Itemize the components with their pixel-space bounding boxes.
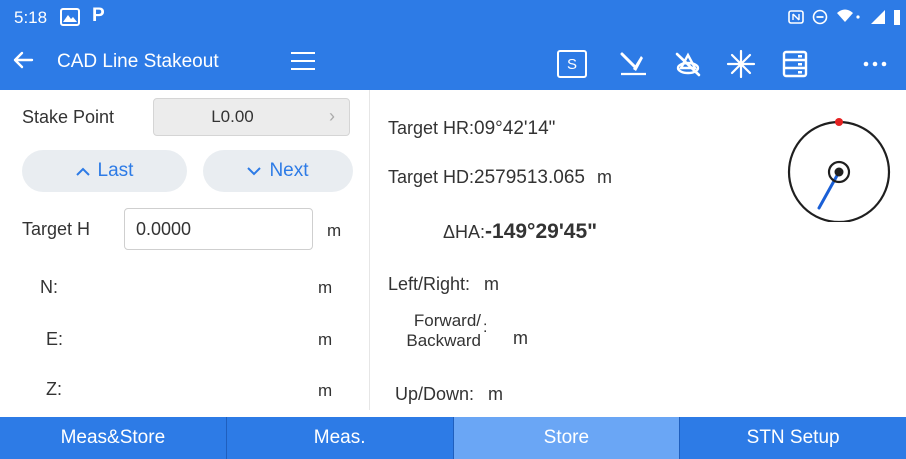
target-hr-label: Target HR: (388, 118, 475, 138)
target-h-label: Target H (22, 219, 91, 239)
compass-north-marker (835, 118, 843, 126)
bottom-action-bar: Meas&Store Meas. Store STN Setup (0, 417, 906, 459)
more-icon[interactable] (860, 49, 890, 79)
signal-icon (871, 10, 885, 24)
app-toolbar: CAD Line Stakeout S (0, 36, 906, 90)
e-label: E: (46, 329, 64, 349)
compass-needle (817, 170, 841, 210)
s-box-label: S (566, 55, 577, 73)
stake-point-panel: Stake Point L0.00 › Last Next Target H m… (0, 90, 370, 410)
target-hd-label: Target HD: (388, 167, 475, 187)
no-prism-icon[interactable] (673, 49, 703, 79)
hamburger-menu-icon[interactable] (291, 52, 315, 72)
chevron-up-icon (75, 167, 90, 176)
parking-app-icon: P (92, 5, 105, 26)
laser-pointer-icon[interactable] (619, 49, 649, 79)
stake-point-selector[interactable]: L0.00 › (153, 98, 350, 136)
store-button[interactable]: Store (453, 417, 681, 459)
target-hr-row: Target HR:09°42'14" (388, 118, 555, 140)
stn-setup-button[interactable]: STN Setup (680, 417, 906, 459)
up-down-row: Up/Down: m (395, 384, 503, 405)
battery-icon (894, 10, 900, 25)
compass-dial (787, 112, 897, 227)
status-icons (788, 9, 900, 25)
page-title: CAD Line Stakeout (57, 51, 219, 72)
target-hd-unit: m (596, 167, 612, 187)
status-bar: 5:18 P (0, 0, 906, 36)
delta-ha-row: ΔHA:-149°29'45" (443, 220, 597, 244)
chevron-right-icon: › (329, 106, 335, 126)
s-box-icon[interactable]: S (557, 50, 587, 78)
meas-store-button[interactable]: Meas&Store (0, 417, 227, 459)
next-button[interactable]: Next (203, 150, 353, 192)
target-hd-value: 2579513.065 (474, 167, 585, 188)
delta-ha-value: -149°29'45" (485, 220, 598, 243)
status-time: 5:18 (14, 8, 48, 27)
target-info-panel: Target HR:09°42'14" Target HD:2579513.06… (371, 90, 906, 410)
next-button-label: Next (269, 160, 309, 181)
up-down-unit: m (488, 384, 504, 404)
target-hr-value: 09°42'14" (474, 118, 556, 139)
e-unit: m (318, 330, 333, 349)
z-label: Z: (46, 379, 62, 399)
list-icon[interactable] (780, 49, 810, 79)
back-arrow-icon[interactable] (12, 49, 34, 76)
nfc-icon (788, 10, 804, 24)
wifi-icon (837, 9, 860, 22)
stake-point-value: L0.00 (211, 107, 254, 126)
dnd-icon (812, 9, 828, 25)
n-unit: m (318, 278, 333, 297)
forward-backward-label: Forward/ Backward (406, 311, 481, 350)
n-label: N: (40, 277, 58, 297)
left-right-label: Left/Right: (388, 274, 471, 294)
chevron-down-icon (247, 166, 262, 175)
sparkle-icon[interactable] (726, 49, 756, 79)
up-down-label: Up/Down: (395, 384, 475, 404)
left-right-unit: m (484, 274, 500, 294)
meas-button[interactable]: Meas. (227, 417, 454, 459)
left-right-row: Left/Right: m (388, 274, 499, 295)
target-hd-row: Target HD:2579513.065 m (388, 167, 612, 189)
last-button-label: Last (97, 160, 134, 181)
delta-ha-label: ΔHA: (443, 222, 486, 242)
stake-point-label: Stake Point (22, 107, 115, 127)
target-h-input[interactable] (124, 208, 313, 250)
last-button[interactable]: Last (22, 150, 187, 192)
forward-backward-colon: : (483, 319, 488, 336)
z-unit: m (318, 381, 333, 400)
target-h-unit: m (327, 221, 342, 240)
forward-backward-unit: m (513, 328, 528, 348)
gallery-icon (60, 8, 80, 26)
